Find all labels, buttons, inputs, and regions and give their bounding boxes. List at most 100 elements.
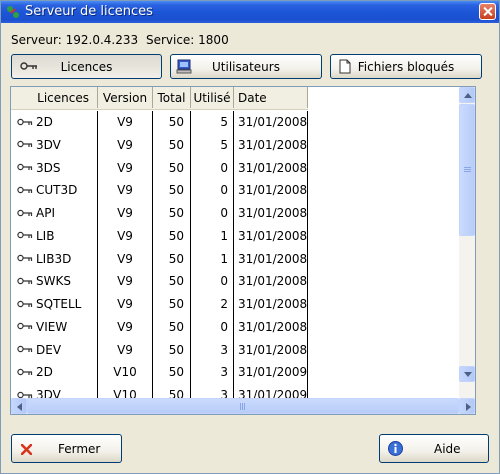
key-icon bbox=[17, 118, 33, 125]
table-header: Licences Version Total Utilisé Date bbox=[11, 87, 308, 110]
column-header-date[interactable]: Date bbox=[234, 87, 308, 108]
cell-licence-name: VIEW bbox=[11, 315, 98, 339]
horizontal-scrollbar[interactable] bbox=[11, 398, 475, 414]
window-title: Serveur de licences bbox=[25, 4, 153, 19]
cell-utilise: 0 bbox=[191, 315, 234, 339]
column-header-total[interactable]: Total bbox=[153, 87, 191, 108]
key-icon bbox=[17, 163, 33, 171]
key-icon bbox=[17, 232, 33, 239]
cell-licence-name: 2D bbox=[11, 361, 98, 384]
cell-text: V9 bbox=[117, 160, 133, 175]
column-header-version[interactable]: Version bbox=[98, 87, 153, 108]
cell-total: 50 bbox=[153, 156, 191, 180]
cell-text: 1 bbox=[220, 251, 228, 266]
cell-text: 1 bbox=[220, 228, 228, 243]
cell-text: V9 bbox=[117, 115, 133, 129]
license-server-window: Serveur de licences Serveur: 192.0.4.233… bbox=[0, 0, 500, 474]
cell-text: 0 bbox=[220, 183, 228, 198]
cell-text: 0 bbox=[220, 160, 228, 175]
cell-text: 50 bbox=[168, 160, 184, 175]
table-row[interactable]: 3DS V9 50 0 31/01/2008 bbox=[11, 156, 459, 180]
key-icon bbox=[17, 254, 33, 262]
scroll-up-button[interactable] bbox=[459, 87, 475, 103]
cell-text: 31/01/2009 bbox=[238, 365, 308, 380]
horizontal-scroll-thumb[interactable] bbox=[27, 398, 459, 414]
cell-text: SWKS bbox=[36, 274, 71, 289]
column-header-licences[interactable]: Licences bbox=[11, 87, 98, 108]
cell-licence-name: LIB bbox=[11, 224, 98, 248]
cell-total: 50 bbox=[153, 361, 191, 384]
table-body: 2D V9 50 5 31/01/2008 3DV V9 50 5 31/01/2008 3DS V9… bbox=[11, 111, 459, 399]
cell-date: 31/01/2008 bbox=[234, 224, 308, 248]
table-row[interactable]: 2D V9 50 5 31/01/2008 bbox=[11, 111, 459, 134]
cell-version: V9 bbox=[98, 133, 153, 157]
cell-total: 50 bbox=[153, 202, 191, 225]
cell-licence-name: SWKS bbox=[11, 270, 98, 293]
table-row[interactable]: LIB3D V9 50 1 31/01/2008 bbox=[11, 247, 459, 271]
cell-version: V9 bbox=[98, 179, 153, 202]
table-row[interactable]: SWKS V9 50 0 31/01/2008 bbox=[11, 270, 459, 293]
cell-text: 5 bbox=[220, 115, 228, 129]
cell-text: LIB bbox=[36, 228, 55, 243]
table-row[interactable]: VIEW V9 50 0 31/01/2008 bbox=[11, 315, 459, 339]
cell-utilise: 3 bbox=[191, 361, 234, 384]
cell-text: 50 bbox=[168, 297, 184, 311]
cell-text: 31/01/2008 bbox=[238, 319, 308, 334]
table-row[interactable]: DEV V9 50 3 31/01/2008 bbox=[11, 338, 459, 362]
table-row[interactable]: 3DV V10 50 3 31/01/2009 bbox=[11, 384, 459, 399]
cell-total: 50 bbox=[153, 247, 191, 271]
cell-date: 31/01/2008 bbox=[234, 202, 308, 225]
licences-table[interactable]: Licences Version Total Utilisé Date 2D V9… bbox=[10, 86, 476, 415]
cell-date: 31/01/2008 bbox=[234, 315, 308, 339]
close-window-button[interactable] bbox=[479, 3, 496, 20]
cell-date: 31/01/2008 bbox=[234, 338, 308, 362]
table-row[interactable]: API V9 50 0 31/01/2008 bbox=[11, 202, 459, 225]
cell-version: V9 bbox=[98, 111, 153, 134]
cell-total: 50 bbox=[153, 224, 191, 248]
scroll-right-button[interactable] bbox=[459, 398, 475, 414]
cell-text: 50 bbox=[168, 319, 184, 334]
table-row[interactable]: SQTELL V9 50 2 31/01/2008 bbox=[11, 293, 459, 316]
cell-text: V9 bbox=[117, 297, 133, 311]
cell-date: 31/01/2009 bbox=[234, 361, 308, 384]
cell-text: 50 bbox=[168, 137, 184, 152]
cell-text: V9 bbox=[117, 206, 133, 220]
key-icon bbox=[17, 300, 33, 307]
vertical-scrollbar[interactable] bbox=[459, 87, 475, 399]
vertical-scroll-thumb[interactable] bbox=[459, 104, 475, 236]
key-icon bbox=[17, 277, 33, 284]
column-header-utilise[interactable]: Utilisé bbox=[191, 87, 234, 108]
key-icon bbox=[17, 186, 33, 193]
cell-text: 0 bbox=[220, 206, 228, 220]
close-button-label: Fermer bbox=[58, 442, 101, 456]
table-row[interactable]: 2D V10 50 3 31/01/2009 bbox=[11, 361, 459, 384]
cell-total: 50 bbox=[153, 179, 191, 202]
cell-total: 50 bbox=[153, 338, 191, 362]
cell-date: 31/01/2008 bbox=[234, 247, 308, 271]
cell-text: 3 bbox=[220, 365, 228, 380]
cell-utilise: 0 bbox=[191, 179, 234, 202]
table-row[interactable]: LIB V9 50 1 31/01/2008 bbox=[11, 224, 459, 248]
tab-fichiers-bloques[interactable]: Fichiers bloqués bbox=[330, 54, 482, 79]
arrow-left-icon bbox=[17, 403, 22, 411]
title-bar[interactable]: Serveur de licences bbox=[1, 1, 499, 23]
table-row[interactable]: CUT3D V9 50 0 31/01/2008 bbox=[11, 179, 459, 202]
help-button[interactable]: Aide bbox=[379, 434, 489, 463]
scroll-left-button[interactable] bbox=[11, 398, 27, 414]
cell-text: 0 bbox=[220, 319, 228, 334]
scroll-down-button[interactable] bbox=[459, 366, 475, 382]
table-row[interactable]: 3DV V9 50 5 31/01/2008 bbox=[11, 133, 459, 157]
cell-utilise: 1 bbox=[191, 224, 234, 248]
cell-text: V9 bbox=[117, 251, 133, 266]
cell-text: 50 bbox=[168, 206, 184, 220]
cell-text: 5 bbox=[220, 137, 228, 152]
cell-licence-name: SQTELL bbox=[11, 293, 98, 316]
close-button[interactable]: Fermer bbox=[11, 434, 122, 463]
tab-licences[interactable]: Licences bbox=[11, 54, 162, 79]
cell-version: V9 bbox=[98, 270, 153, 293]
cell-text: 2D bbox=[36, 365, 53, 380]
cell-text: V9 bbox=[117, 319, 133, 334]
cell-licence-name: DEV bbox=[11, 338, 98, 362]
cell-text: SQTELL bbox=[36, 297, 82, 311]
tab-utilisateurs[interactable]: Utilisateurs bbox=[170, 54, 322, 79]
